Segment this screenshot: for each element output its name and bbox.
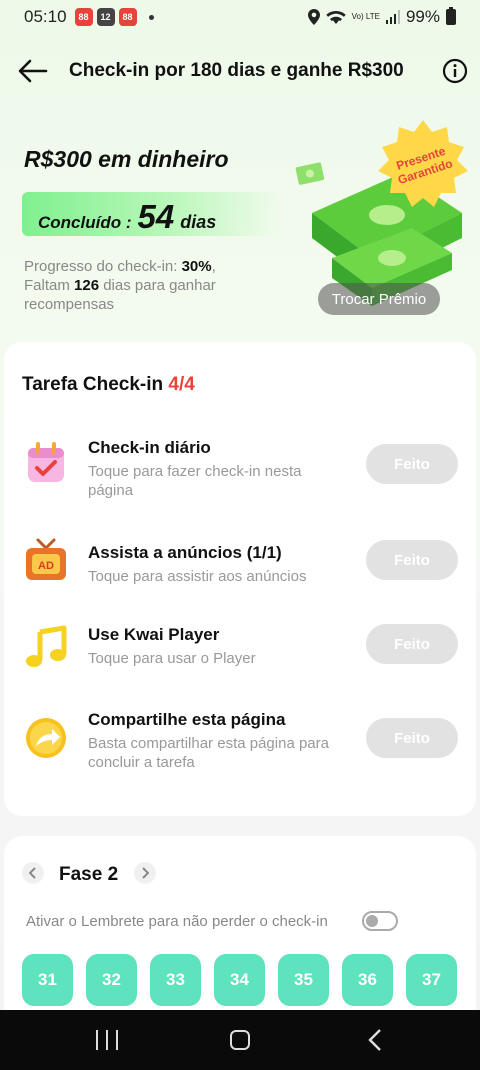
completed-days-value: 54	[137, 198, 175, 235]
next-phase-button[interactable]	[134, 862, 156, 884]
task-name: Use Kwai Player	[88, 625, 220, 644]
arrow-left-icon	[18, 59, 48, 83]
more-notifications-dot-icon	[148, 14, 154, 20]
status-time: 05:10	[24, 7, 67, 26]
svg-text:AD: AD	[38, 560, 54, 572]
recent-apps-icon[interactable]	[96, 1030, 118, 1050]
day-cell[interactable]: 34	[214, 954, 265, 1006]
checkin-task-card: Tarefa Check-in 4/4 Check-in diário Toqu…	[4, 342, 476, 816]
task-done-button[interactable]: Feito	[366, 540, 458, 580]
battery-percent: 99%	[405, 7, 440, 26]
calendar-notification-icon: 12	[96, 8, 115, 26]
day-cell[interactable]: 33	[150, 954, 201, 1006]
back-button[interactable]	[16, 54, 50, 88]
task-done-button[interactable]: Feito	[366, 624, 458, 664]
progress-separator: ,	[211, 258, 216, 275]
task-count: 4/4	[168, 374, 195, 395]
notification-app-icon: 88	[74, 8, 93, 26]
completed-days-unit: dias	[180, 212, 217, 232]
status-right: Vo) LTE 99%	[307, 7, 456, 27]
reminder-label: Ativar o Lembrete para não perder o chec…	[26, 913, 328, 930]
remaining-days: 126	[74, 277, 100, 294]
reward-title: R$300 em dinheiro	[24, 146, 229, 172]
header: Check-in por 180 dias e ganhe R$300	[0, 50, 480, 92]
task-done-button[interactable]: Feito	[366, 718, 458, 758]
swap-prize-button[interactable]: Trocar Prêmio	[318, 283, 440, 315]
share-arrow-icon	[26, 718, 66, 758]
task-card-title: Tarefa Check-in 4/4	[22, 374, 195, 396]
reminder-toggle[interactable]	[362, 911, 398, 931]
task-name: Compartilhe esta página	[88, 710, 286, 729]
info-icon[interactable]	[442, 58, 468, 84]
progress-prefix: Progresso do check-in:	[24, 258, 182, 275]
previous-phase-button[interactable]	[22, 862, 44, 884]
chevron-left-icon	[29, 867, 36, 879]
chevron-right-icon	[142, 867, 149, 879]
completed-label: Concluído :	[38, 213, 132, 232]
volte-label: Vo) LTE	[351, 12, 380, 21]
system-navigation-bar	[0, 1010, 480, 1070]
task-description: Toque para fazer check-in nesta página	[88, 463, 302, 499]
task-description: Toque para usar o Player	[88, 650, 256, 667]
task-card-title-text: Tarefa Check-in	[22, 374, 164, 395]
progress-percent: 30%	[181, 258, 212, 275]
task-name: Check-in diário	[88, 438, 211, 457]
day-cell[interactable]: 32	[86, 954, 137, 1006]
wifi-icon	[325, 11, 346, 24]
task-description: Basta compartilhar esta página para conc…	[88, 735, 329, 771]
system-back-icon[interactable]	[366, 1028, 384, 1052]
guaranteed-gift-badge: Presente Garantido	[378, 120, 468, 207]
task-name: Assista a anúncios (1/1)	[88, 543, 282, 562]
calendar-check-icon	[28, 442, 64, 482]
location-icon	[307, 9, 320, 25]
phase-title: Fase 2	[59, 864, 119, 885]
home-icon[interactable]	[230, 1030, 250, 1050]
status-app-icons: 88 12 88	[74, 8, 154, 26]
battery-icon	[446, 7, 456, 25]
phase-card: Fase 2 Ativar o Lembrete para não perder…	[4, 836, 476, 1026]
ad-tv-icon: AD	[26, 538, 66, 580]
task-description: Toque para assistir aos anúncios	[88, 568, 307, 585]
signal-icon	[385, 10, 400, 24]
day-cell[interactable]: 36	[342, 954, 393, 1006]
task-done-button[interactable]: Feito	[366, 444, 458, 484]
day-cell[interactable]: 35	[278, 954, 329, 1006]
progress-text: Progresso do check-in: 30%, Faltam 126 d…	[24, 257, 274, 314]
notification-app-icon: 88	[118, 8, 137, 26]
day-cell[interactable]: 37	[406, 954, 457, 1006]
day-list: 31 32 33 34 35 36 37	[22, 954, 457, 1006]
page-title: Check-in por 180 dias e ganhe R$300	[69, 60, 404, 81]
completed-days-banner: Concluído : 54 dias	[22, 192, 280, 236]
remaining-prefix: Faltam	[24, 277, 75, 294]
music-note-icon	[26, 625, 67, 667]
status-bar: 05:10 88 12 88 Vo) LTE 99%	[0, 0, 480, 34]
day-cell[interactable]: 31	[22, 954, 73, 1006]
